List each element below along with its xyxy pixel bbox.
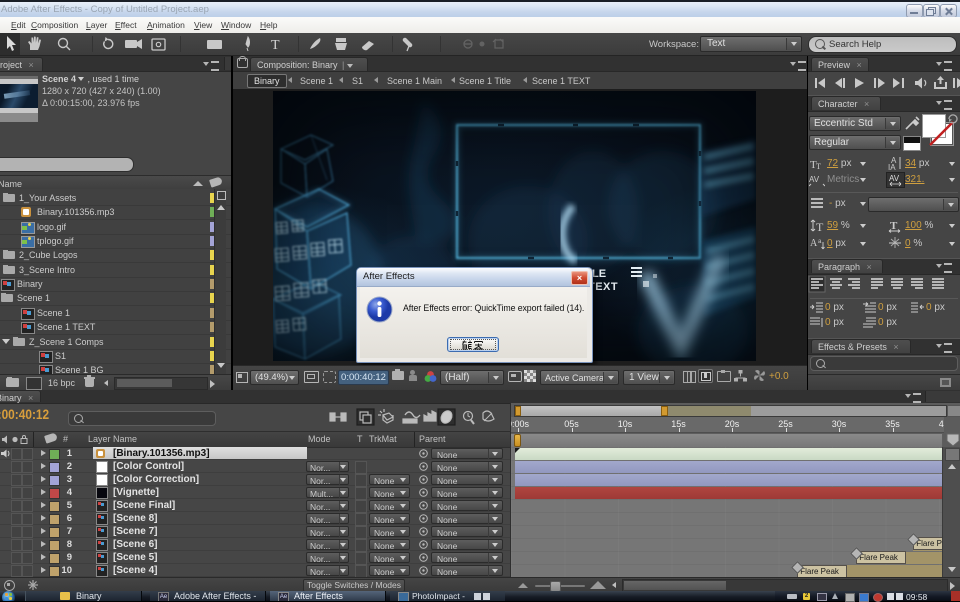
svg-text:T: T [816,220,824,233]
svg-text:AV: AV [889,174,900,183]
svg-text:T: T [271,38,280,53]
svg-text:T: T [890,220,898,232]
svg-text:T: T [816,162,821,170]
svg-text:A: A [810,238,818,249]
svg-text:a: a [818,239,822,245]
svg-text:AV: AV [809,175,820,184]
svg-text:IA: IA [888,163,896,171]
